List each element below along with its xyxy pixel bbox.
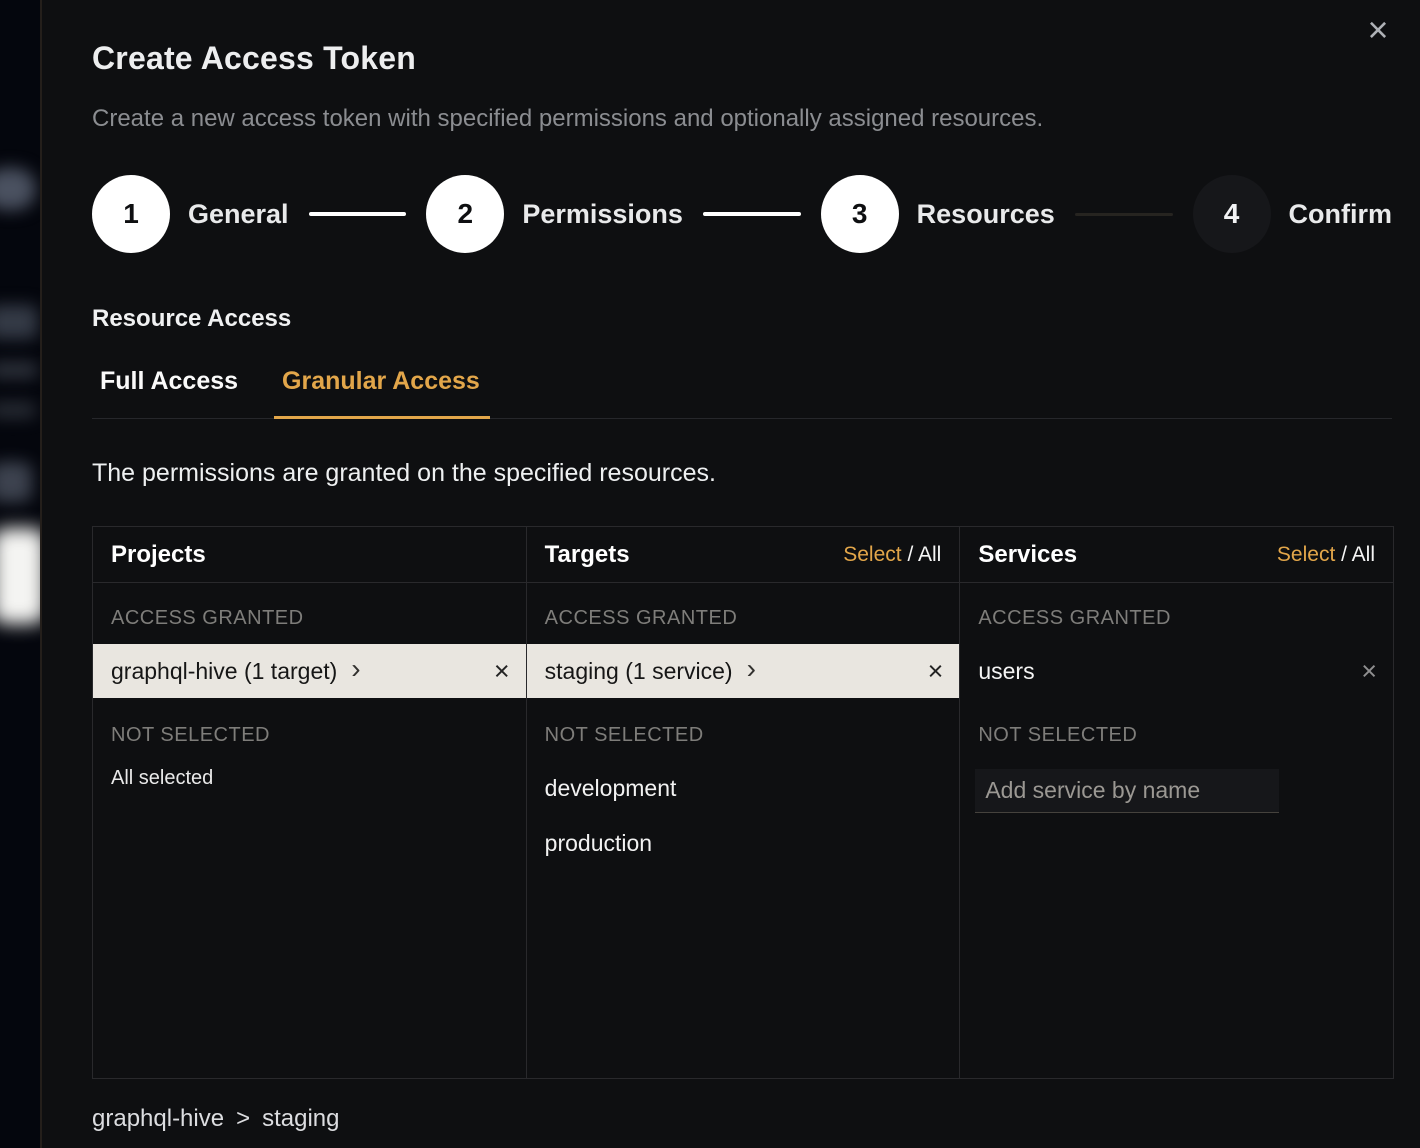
services-select-all[interactable]: Select / All bbox=[1277, 543, 1375, 567]
step-number: 1 bbox=[123, 198, 139, 230]
remove-service-icon[interactable]: × bbox=[1361, 656, 1377, 687]
step-resources[interactable]: 3 Resources bbox=[821, 175, 1055, 253]
remove-target-icon[interactable]: × bbox=[928, 656, 944, 687]
add-service-input[interactable] bbox=[975, 769, 1279, 813]
granular-access-description: The permissions are granted on the speci… bbox=[92, 459, 1392, 488]
not-selected-label: NOT SELECTED bbox=[960, 698, 1393, 761]
granted-project-row[interactable]: graphql-hive (1 target) › × bbox=[93, 644, 526, 698]
granted-target-row[interactable]: staging (1 service) › × bbox=[527, 644, 960, 698]
step-permissions[interactable]: 2 Permissions bbox=[426, 175, 683, 253]
step-number: 4 bbox=[1224, 198, 1240, 230]
step-connector bbox=[1075, 213, 1173, 216]
target-option-production[interactable]: production bbox=[527, 816, 960, 871]
projects-column-header: Projects bbox=[93, 527, 526, 583]
targets-column-header: Targets Select / All bbox=[527, 527, 960, 583]
access-granted-label: ACCESS GRANTED bbox=[960, 583, 1393, 644]
step-circle: 2 bbox=[426, 175, 504, 253]
access-mode-tabs: Full Access Granular Access bbox=[92, 367, 1392, 419]
step-circle: 3 bbox=[821, 175, 899, 253]
services-column-header: Services Select / All bbox=[960, 527, 1393, 583]
page-backdrop bbox=[0, 0, 40, 1148]
chevron-right-icon: › bbox=[351, 655, 360, 683]
projects-header-label: Projects bbox=[111, 541, 206, 569]
targets-select-link[interactable]: Select bbox=[843, 543, 901, 566]
targets-header-label: Targets bbox=[545, 541, 630, 569]
dialog-title: Create Access Token bbox=[92, 40, 1392, 77]
backdrop-blur-shape bbox=[0, 305, 38, 339]
not-selected-label: NOT SELECTED bbox=[527, 698, 960, 761]
backdrop-blur-shape bbox=[0, 362, 38, 378]
backdrop-blur-shape bbox=[0, 168, 36, 210]
access-granted-label: ACCESS GRANTED bbox=[93, 583, 526, 644]
granted-project-label: graphql-hive (1 target) bbox=[111, 658, 337, 685]
tab-full-access[interactable]: Full Access bbox=[92, 367, 248, 419]
resource-access-heading: Resource Access bbox=[92, 305, 1392, 333]
access-granted-label: ACCESS GRANTED bbox=[527, 583, 960, 644]
close-icon[interactable]: × bbox=[1356, 8, 1400, 52]
step-label: Resources bbox=[917, 199, 1055, 230]
step-label: Permissions bbox=[522, 199, 683, 230]
step-label: Confirm bbox=[1289, 199, 1393, 230]
step-number: 2 bbox=[458, 198, 474, 230]
targets-column: Targets Select / All ACCESS GRANTED stag… bbox=[527, 527, 961, 1078]
resource-picker-table: Projects ACCESS GRANTED graphql-hive (1 … bbox=[92, 526, 1394, 1079]
granted-service-label: users bbox=[978, 658, 1034, 685]
step-label: General bbox=[188, 199, 289, 230]
breadcrumb-project[interactable]: graphql-hive bbox=[92, 1105, 224, 1133]
services-all-link[interactable]: All bbox=[1352, 543, 1375, 566]
projects-column: Projects ACCESS GRANTED graphql-hive (1 … bbox=[93, 527, 527, 1078]
dialog-subtitle: Create a new access token with specified… bbox=[92, 105, 1392, 133]
wizard-stepper: 1 General 2 Permissions 3 Resources 4 Co… bbox=[92, 175, 1392, 253]
select-all-separator: / bbox=[1341, 543, 1347, 566]
granted-service-row[interactable]: users × bbox=[960, 644, 1393, 698]
backdrop-blur-shape bbox=[0, 528, 40, 624]
projects-empty-note: All selected bbox=[93, 761, 526, 796]
remove-project-icon[interactable]: × bbox=[494, 656, 510, 687]
step-circle: 4 bbox=[1193, 175, 1271, 253]
breadcrumb-separator: > bbox=[236, 1105, 250, 1133]
targets-select-all[interactable]: Select / All bbox=[843, 543, 941, 567]
not-selected-label: NOT SELECTED bbox=[93, 698, 526, 761]
step-general[interactable]: 1 General bbox=[92, 175, 289, 253]
target-option-development[interactable]: development bbox=[527, 761, 960, 816]
step-number: 3 bbox=[852, 198, 868, 230]
backdrop-blur-shape bbox=[0, 462, 32, 502]
targets-all-link[interactable]: All bbox=[918, 543, 941, 566]
step-circle: 1 bbox=[92, 175, 170, 253]
step-confirm: 4 Confirm bbox=[1193, 175, 1393, 253]
create-access-token-dialog: × Create Access Token Create a new acces… bbox=[40, 0, 1420, 1148]
step-connector bbox=[309, 212, 407, 216]
granted-target-label: staging (1 service) bbox=[545, 658, 733, 685]
breadcrumb: graphql-hive > staging bbox=[92, 1105, 1392, 1133]
services-column: Services Select / All ACCESS GRANTED use… bbox=[960, 527, 1393, 1078]
services-header-label: Services bbox=[978, 541, 1077, 569]
breadcrumb-target[interactable]: staging bbox=[262, 1105, 339, 1133]
tab-granular-access[interactable]: Granular Access bbox=[274, 367, 490, 419]
select-all-separator: / bbox=[907, 543, 913, 566]
step-connector bbox=[703, 212, 801, 216]
backdrop-blur-shape bbox=[0, 402, 36, 418]
chevron-right-icon: › bbox=[747, 655, 756, 683]
services-select-link[interactable]: Select bbox=[1277, 543, 1335, 566]
